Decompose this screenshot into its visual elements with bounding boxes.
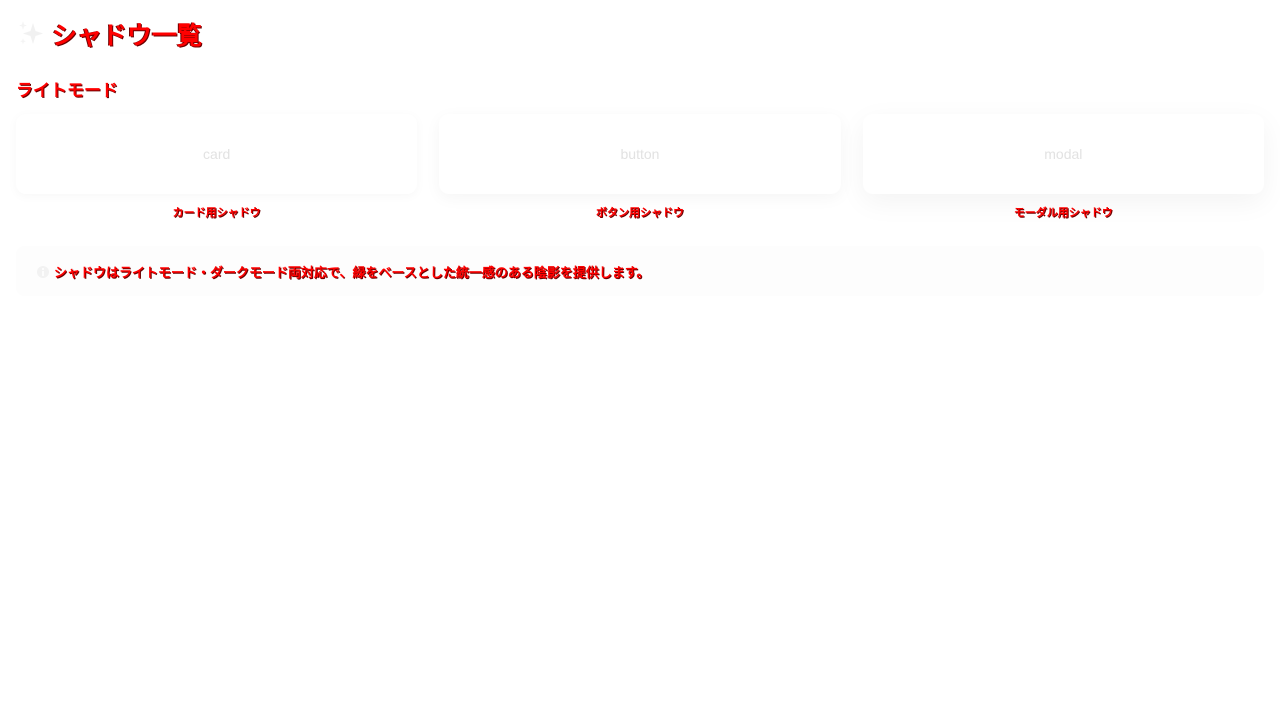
card-shadow-preview: card — [16, 114, 418, 194]
button-shadow-preview-text: button — [620, 146, 660, 162]
shadow-sample-button: button ボタン用シャドウ — [439, 114, 841, 220]
info-icon — [36, 264, 50, 278]
card-shadow-preview-text: card — [203, 146, 231, 162]
page-title: シャドウ一覧 — [52, 21, 203, 50]
button-shadow-label: ボタン用シャドウ — [595, 206, 684, 219]
info-note-text: シャドウはライトモード・ダークモード両対応で、緑をベースとした統一感のある陰影を… — [54, 265, 650, 281]
modal-shadow-preview: modal — [862, 114, 1264, 194]
shadow-list-page: シャドウ一覧 ライトモード card カード用シャドウ button ボタン用シ… — [0, 0, 1280, 720]
card-shadow-label: カード用シャドウ — [172, 206, 261, 219]
shadow-sample-card: card カード用シャドウ — [16, 114, 418, 220]
shadow-samples: card カード用シャドウ button ボタン用シャドウ modal モーダル… — [16, 114, 1264, 220]
button-shadow-preview: button — [439, 114, 841, 194]
section-title-light-mode: ライトモード — [16, 81, 118, 101]
sparkles-icon — [16, 19, 46, 49]
shadow-sample-modal: modal モーダル用シャドウ — [862, 114, 1264, 220]
title-row: シャドウ一覧 — [16, 14, 202, 54]
info-note: シャドウはライトモード・ダークモード両対応で、緑をベースとした統一感のある陰影を… — [16, 246, 1264, 296]
modal-shadow-preview-text: modal — [1044, 146, 1083, 162]
modal-shadow-label: モーダル用シャドウ — [1013, 206, 1113, 219]
